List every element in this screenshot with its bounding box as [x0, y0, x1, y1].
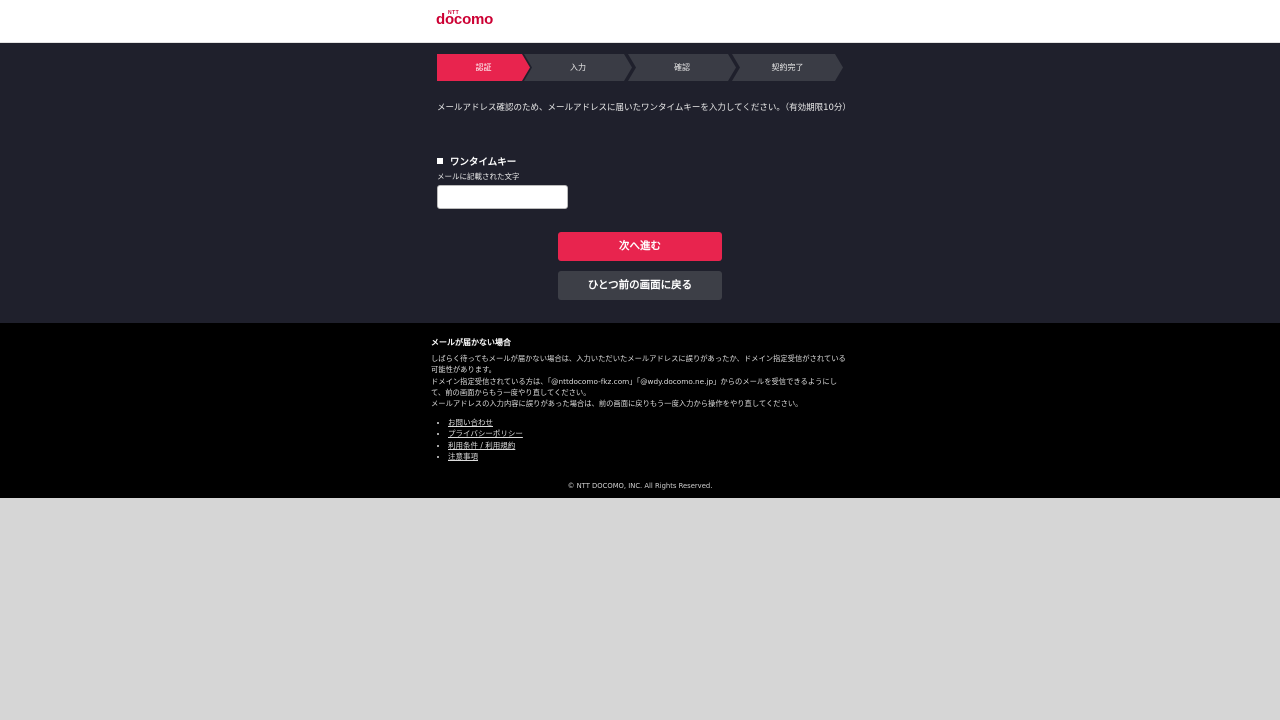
logo-wordmark: docomo	[436, 11, 494, 28]
footer-title: メールが届かない場合	[431, 338, 511, 347]
terms-link[interactable]: 利用条件 / 利用規約	[448, 441, 515, 450]
footer-line: ドメイン指定受信されている方は、「@nttdocomo-fkz.com」「@wd…	[431, 376, 838, 397]
footer-line: メールアドレスの入力内容に誤りがあった場合は、前の画面に戻りもう一度入力から操作…	[431, 399, 803, 409]
step-confirm: 確認	[628, 54, 736, 81]
one-time-key-input[interactable]	[437, 185, 568, 209]
footer-link-item: 利用条件 / 利用規約	[448, 440, 523, 451]
footer-link-item: お問い合わせ	[448, 417, 523, 428]
footer: メールが届かない場合 しばらく待ってもメールが届かない場合は、入力いただいたメー…	[0, 323, 1280, 498]
progress-steps: 認証 入力 確認 契約完了	[437, 54, 843, 81]
footer-links: お問い合わせ プライバシーポリシー 利用条件 / 利用規約 注意事項	[431, 417, 523, 462]
field-title-text: ワンタイムキー	[450, 157, 517, 168]
notes-link[interactable]: 注意事項	[448, 452, 478, 461]
back-button[interactable]: ひとつ前の画面に戻る	[558, 271, 722, 300]
next-button[interactable]: 次へ進む	[558, 232, 722, 261]
main-panel: 認証 入力 確認 契約完了 メールアドレス確認のため、メールアドレスに届いたワン…	[0, 43, 1280, 323]
footer-body: しばらく待ってもメールが届かない場合は、入力いただいたメールアドレスに誤りがあっ…	[431, 353, 851, 409]
footer-link-item: プライバシーポリシー	[448, 428, 523, 439]
docomo-logo[interactable]: docomo NTT	[436, 9, 506, 31]
copyright: © NTT DOCOMO, INC. All Rights Reserved.	[567, 482, 713, 490]
field-heading: ワンタイムキー	[437, 154, 516, 168]
site-header: docomo NTT	[0, 0, 1280, 43]
contact-link[interactable]: お問い合わせ	[448, 418, 493, 427]
footer-link-item: 注意事項	[448, 451, 523, 462]
logo-ntt-mark: NTT	[448, 10, 460, 16]
step-authentication: 認証	[437, 54, 530, 81]
instruction-text: メールアドレス確認のため、メールアドレスに届いたワンタイムキーを入力してください…	[437, 103, 851, 113]
step-complete: 契約完了	[732, 54, 843, 81]
square-bullet-icon	[437, 158, 443, 164]
field-subtitle: メールに記載された文字	[437, 172, 520, 181]
privacy-policy-link[interactable]: プライバシーポリシー	[448, 429, 523, 438]
footer-line: しばらく待ってもメールが届かない場合は、入力いただいたメールアドレスに誤りがあっ…	[431, 354, 846, 375]
step-input: 入力	[524, 54, 632, 81]
